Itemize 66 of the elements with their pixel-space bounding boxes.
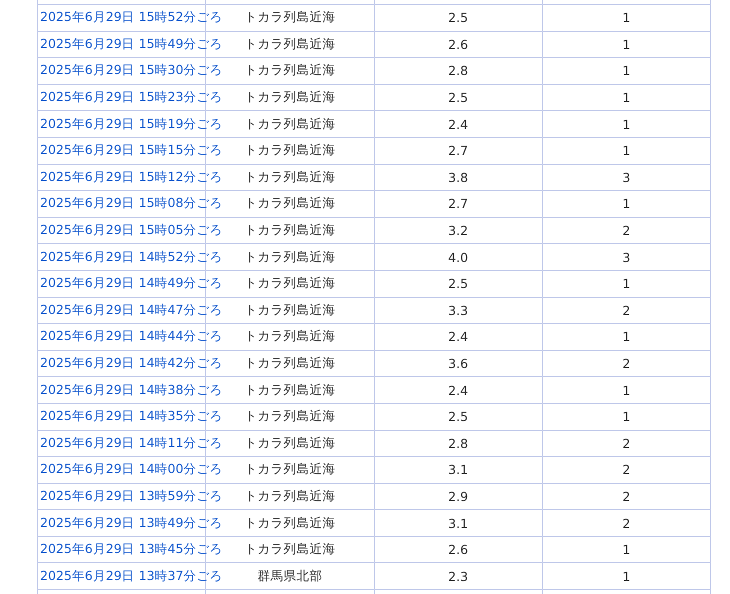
- table-cell: 1: [542, 31, 710, 58]
- table-cell: 1: [542, 376, 710, 404]
- table-cell: 2: [542, 350, 710, 377]
- quake-time-link[interactable]: 2025年6月29日 13時37分ごろ: [40, 568, 222, 583]
- quake-time-link[interactable]: 2025年6月29日 15時23分ごろ: [40, 89, 222, 104]
- quake-time-link[interactable]: 2025年6月29日 14時38分ごろ: [40, 382, 222, 397]
- table-cell: 2.8: [374, 430, 542, 457]
- table-cell: 2: [542, 483, 710, 510]
- quake-time-link[interactable]: 2025年6月29日 14時11分ごろ: [40, 434, 222, 450]
- quake-time-link[interactable]: 2025年6月29日 15時15分ごろ: [40, 142, 222, 158]
- quake-time-link[interactable]: 2025年6月29日 14時52分ごろ: [40, 248, 222, 264]
- table-cell: 1: [542, 84, 710, 111]
- quake-time-link[interactable]: 2025年6月29日 13時49分ごろ: [40, 514, 222, 530]
- table-cell: 1: [542, 536, 710, 563]
- table-cell: 3.1: [374, 510, 542, 536]
- table-cell: 2: [542, 510, 710, 536]
- quake-time-link[interactable]: 2025年6月29日 14時44分ごろ: [40, 328, 222, 344]
- table-cell: 1: [542, 137, 710, 164]
- table-cell: 2: [542, 297, 710, 324]
- table-cell: 2.6: [374, 536, 542, 563]
- quake-time-link[interactable]: 2025年6月29日 15時12分ごろ: [40, 168, 222, 184]
- quake-time-link[interactable]: 2025年6月29日 15時30分ごろ: [40, 62, 222, 78]
- table-cell: 2.5: [374, 270, 542, 298]
- quake-time-link[interactable]: 2025年6月29日 14時00分ごろ: [40, 461, 222, 476]
- table-cell: 1: [542, 110, 710, 138]
- quake-time-link[interactable]: 2025年6月29日 14時42分ごろ: [40, 355, 222, 370]
- table-cell: 2.9: [374, 483, 542, 510]
- quake-time-link[interactable]: 2025年6月29日 14時47分ごろ: [40, 302, 222, 317]
- quake-time-link[interactable]: 2025年6月29日 15時52分ごろ: [40, 9, 222, 24]
- table-cell: 2: [542, 430, 710, 457]
- table-cell: 3.2: [374, 217, 542, 244]
- table-cell: 1: [542, 562, 710, 590]
- quake-time-link[interactable]: 2025年6月29日 15時08分ごろ: [40, 195, 222, 210]
- table-cell: 2.5: [374, 4, 542, 32]
- table-cell: 2.8: [374, 58, 542, 84]
- table-cell: 2.5: [374, 84, 542, 111]
- quake-time-link[interactable]: 2025年6月29日 14時35分ごろ: [40, 408, 222, 424]
- quake-time-link[interactable]: 2025年6月29日 13時45分ごろ: [40, 541, 222, 556]
- table-cell: 1: [542, 58, 710, 84]
- table-cell: 3.1: [374, 456, 542, 484]
- table-cell: 2.7: [374, 137, 542, 164]
- table-cell: 2.6: [374, 31, 542, 58]
- table-cell: 3: [542, 164, 710, 191]
- table-cell: 2.4: [374, 376, 542, 404]
- table-cell: 1: [542, 190, 710, 218]
- table-cell: 1: [542, 324, 710, 350]
- table-cell: 2.4: [374, 110, 542, 138]
- table-cell: 3: [542, 244, 710, 270]
- table-cell: 4.0: [374, 244, 542, 270]
- table-cell: 2.7: [374, 190, 542, 218]
- quake-time-link[interactable]: 2025年6月29日 15時05分ごろ: [40, 222, 222, 238]
- table-cell: 3.6: [374, 350, 542, 377]
- table-cell: 1: [542, 403, 710, 430]
- table-cell: 3.8: [374, 164, 542, 191]
- table-cell: 1: [542, 270, 710, 298]
- table-cell: 2: [542, 217, 710, 244]
- table-cell: 1: [542, 4, 710, 32]
- quake-time-link[interactable]: 2025年6月29日 15時19分ごろ: [40, 116, 222, 131]
- table-cell: 2.4: [374, 324, 542, 350]
- quake-time-link[interactable]: 2025年6月29日 13時59分ごろ: [40, 488, 222, 503]
- table-cell: 3.3: [374, 297, 542, 324]
- table-cell: 2: [542, 456, 710, 484]
- table-cell: 2.3: [374, 562, 542, 590]
- table-cell: 2.5: [374, 403, 542, 430]
- quake-time-link[interactable]: 2025年6月29日 14時49分ごろ: [40, 275, 222, 290]
- quake-time-link[interactable]: 2025年6月29日 15時49分ごろ: [40, 36, 222, 51]
